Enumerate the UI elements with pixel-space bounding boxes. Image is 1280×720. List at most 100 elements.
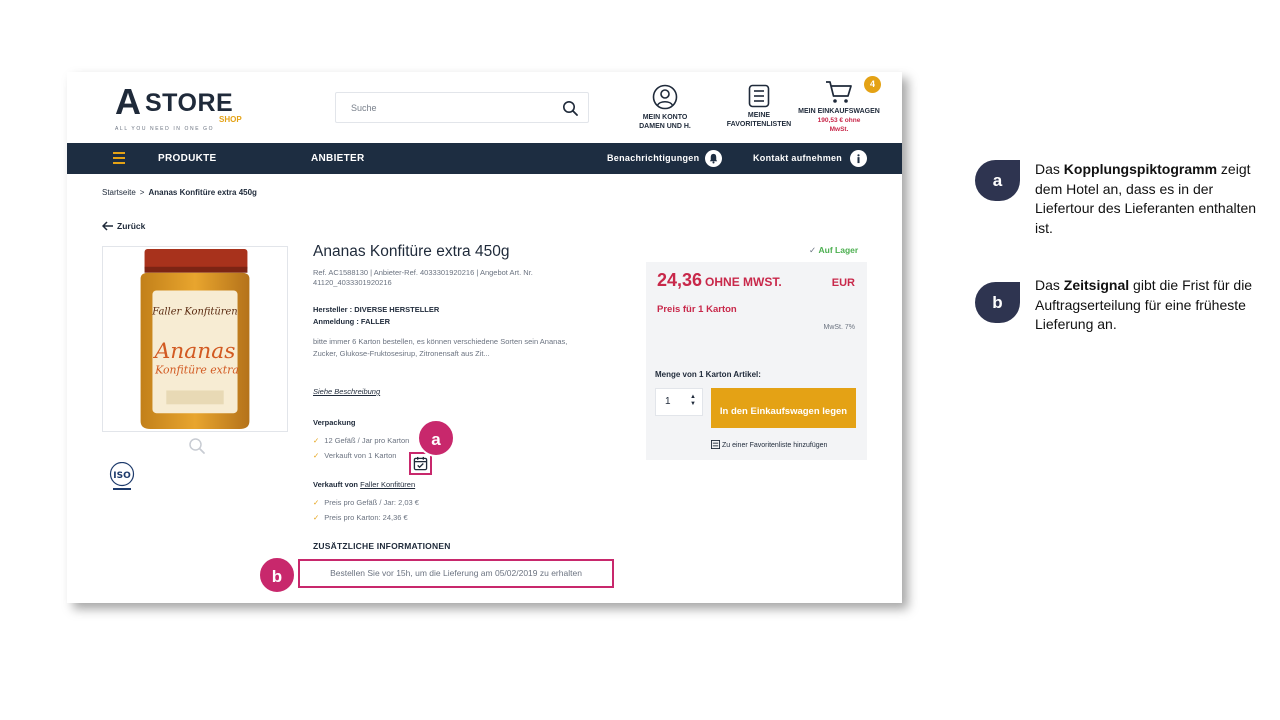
brand-line: Anmeldung : FALLER xyxy=(313,317,391,326)
logo-word: STORE xyxy=(145,89,234,117)
cart-icon xyxy=(826,81,852,103)
zoom-icon[interactable] xyxy=(188,437,206,455)
price: 24,36 OHNE MWST. xyxy=(657,270,782,291)
bell-icon[interactable] xyxy=(705,150,722,167)
packaging-line-1: ✓ 12 Gefäß / Jar pro Karton xyxy=(313,436,409,445)
price-per-jar: ✓ Preis pro Gefäß / Jar: 2,03 € xyxy=(313,498,419,507)
check-icon: ✓ xyxy=(809,245,817,255)
nav-notifications[interactable]: Benachrichtigungen xyxy=(607,143,699,174)
legend-a-term: Kopplungspiktogramm xyxy=(1063,161,1218,177)
breadcrumb: Startseite > Ananas Konfitüre extra 450g xyxy=(102,188,257,197)
add-to-favorites-label: Zu einer Favoritenliste hinzufügen xyxy=(722,442,828,449)
cart-total-vat: MwSt. xyxy=(829,126,849,133)
search-input[interactable] xyxy=(336,93,556,122)
top-header: A STORE SHOP ALL YOU NEED IN ONE GO ME xyxy=(67,72,902,142)
breadcrumb-separator: > xyxy=(139,188,145,197)
account-label: MEIN KONTO xyxy=(642,114,688,121)
jar-subname: Konfitüre extra xyxy=(154,364,239,377)
seller-line: Verkauft von Faller Konfitüren xyxy=(313,480,415,489)
callout-marker-b: b xyxy=(258,556,296,594)
nav-contact[interactable]: Kontakt aufnehmen xyxy=(753,143,842,174)
jar-name: Ananas xyxy=(153,339,236,364)
check-icon: ✓ xyxy=(313,513,320,522)
info-icon[interactable] xyxy=(850,150,867,167)
maker-line: Hersteller : DIVERSE HERSTELLER xyxy=(313,305,440,314)
cart-total: 190,53 € ohne xyxy=(817,117,861,124)
arrow-left-icon xyxy=(101,221,113,231)
deadline-time-signal: Bestellen Sie vor 15h, um die Lieferung … xyxy=(298,559,614,588)
list-icon xyxy=(711,440,720,449)
logo-tagline: ALL YOU NEED IN ONE GO xyxy=(115,126,215,132)
seller-link[interactable]: Faller Konfitüren xyxy=(360,480,415,489)
cart-label: MEIN EINKAUFSWAGEN xyxy=(798,108,880,115)
price-per-carton: ✓ Preis pro Karton: 24,36 € xyxy=(313,513,408,522)
price-value: 24,36 xyxy=(657,270,703,290)
iso-label: ISO xyxy=(113,471,131,481)
legend-badge-b: b xyxy=(975,282,1020,323)
price-currency: EUR xyxy=(831,277,855,289)
packaging-line-2-text: Verkauft von 1 Karton xyxy=(324,451,397,460)
user-icon xyxy=(652,84,678,110)
cart-count-badge: 4 xyxy=(864,76,881,93)
price-per-jar-text: Preis pro Gefäß / Jar: 2,03 € xyxy=(324,498,419,507)
iso-badge-icon: ISO xyxy=(109,462,135,490)
quantity-label: Menge von 1 Karton Artikel: xyxy=(655,370,761,379)
legend-text-b: Das Zeitsignal gibt die Frist für die Au… xyxy=(1035,276,1263,335)
back-link[interactable]: Zurück xyxy=(101,221,146,231)
product-references: Ref. AC1588130 | Anbieter-Ref. 403330192… xyxy=(313,268,533,287)
breadcrumb-home[interactable]: Startseite xyxy=(102,188,136,197)
logo-letter: A xyxy=(115,81,141,122)
back-label: Zurück xyxy=(117,221,146,231)
packaging-line-1-text: 12 Gefäß / Jar pro Karton xyxy=(324,436,410,445)
vat-rate: MwSt. 7% xyxy=(823,324,855,331)
buy-box: 24,36 OHNE MWST. EUR Preis für 1 Karton M… xyxy=(646,262,867,460)
legend-b-term: Zeitsignal xyxy=(1063,277,1130,293)
nav-products[interactable]: PRODUKTE xyxy=(158,143,217,174)
stock-text: Auf Lager xyxy=(818,245,859,255)
price-per-unit: Preis für 1 Karton xyxy=(657,304,737,315)
calendar-check-icon xyxy=(413,456,428,471)
packaging-label: Verpackung xyxy=(313,418,356,427)
product-title: Ananas Konfitüre extra 450g xyxy=(313,243,510,260)
legend-badge-a: a xyxy=(975,160,1020,201)
favorite-lists-button[interactable]: MEINE FAVORITENLISTEN xyxy=(721,84,797,129)
list-icon xyxy=(748,84,770,108)
favs-sublabel: FAVORITENLISTEN xyxy=(726,121,792,128)
see-description-link[interactable]: Siehe Beschreibung xyxy=(313,387,380,396)
add-to-cart-button[interactable]: In den Einkaufswagen legen xyxy=(711,388,856,428)
callout-marker-a: a xyxy=(417,419,455,457)
legend-text-a: Das Kopplungspiktogramm zeigt dem Hotel … xyxy=(1035,160,1263,238)
stepper-arrows-icon[interactable]: ▲ ▼ xyxy=(690,394,696,408)
legend-a-pre: Das xyxy=(1035,161,1064,177)
price-per-carton-text: Preis pro Karton: 24,36 € xyxy=(324,513,408,522)
check-icon: ✓ xyxy=(313,451,320,460)
check-icon: ✓ xyxy=(313,436,320,445)
stock-status: ✓ Auf Lager xyxy=(809,245,858,256)
check-icon: ✓ xyxy=(313,498,320,507)
price-unit: OHNE MWST. xyxy=(705,275,782,289)
main-navbar: PRODUKTE ANBIETER Benachrichtigungen Kon… xyxy=(67,143,902,174)
additional-info-heading[interactable]: ZUSÄTZLICHE INFORMATIONEN xyxy=(313,541,451,551)
breadcrumb-current: Ananas Konfitüre extra 450g xyxy=(148,188,257,197)
jar-brand: Faller Konfitüren xyxy=(151,306,237,317)
nav-vendors[interactable]: ANBIETER xyxy=(311,143,365,174)
favs-label: MEINE xyxy=(747,112,771,119)
product-description: bitte immer 6 Karton bestellen, es könne… xyxy=(313,337,568,358)
quantity-stepper[interactable]: 1 ▲ ▼ xyxy=(655,388,703,416)
store-logo[interactable]: A STORE SHOP ALL YOU NEED IN ONE GO xyxy=(115,81,245,133)
slide: A STORE SHOP ALL YOU NEED IN ONE GO ME xyxy=(0,0,1280,720)
add-to-favorites-link[interactable]: Zu einer Favoritenliste hinzufügen xyxy=(711,440,827,449)
quantity-value: 1 xyxy=(665,396,671,407)
account-sublabel: DAMEN UND H. xyxy=(639,123,691,130)
jar-illustration: Faller Konfitüren Ananas Konfitüre extra xyxy=(140,248,250,430)
product-image[interactable]: Faller Konfitüren Ananas Konfitüre extra xyxy=(102,246,288,432)
logo-sub: SHOP xyxy=(219,115,242,124)
seller-prefix: Verkauft von xyxy=(313,480,359,489)
shop-screenshot: A STORE SHOP ALL YOU NEED IN ONE GO ME xyxy=(67,72,902,603)
search-icon[interactable] xyxy=(562,100,578,116)
search-box xyxy=(335,92,589,123)
legend-b-pre: Das xyxy=(1035,277,1064,293)
product-maker: Hersteller : DIVERSE HERSTELLER Anmeldun… xyxy=(313,304,439,328)
hamburger-menu-icon[interactable] xyxy=(113,152,125,164)
my-account-button[interactable]: MEIN KONTO DAMEN UND H. xyxy=(630,84,700,131)
